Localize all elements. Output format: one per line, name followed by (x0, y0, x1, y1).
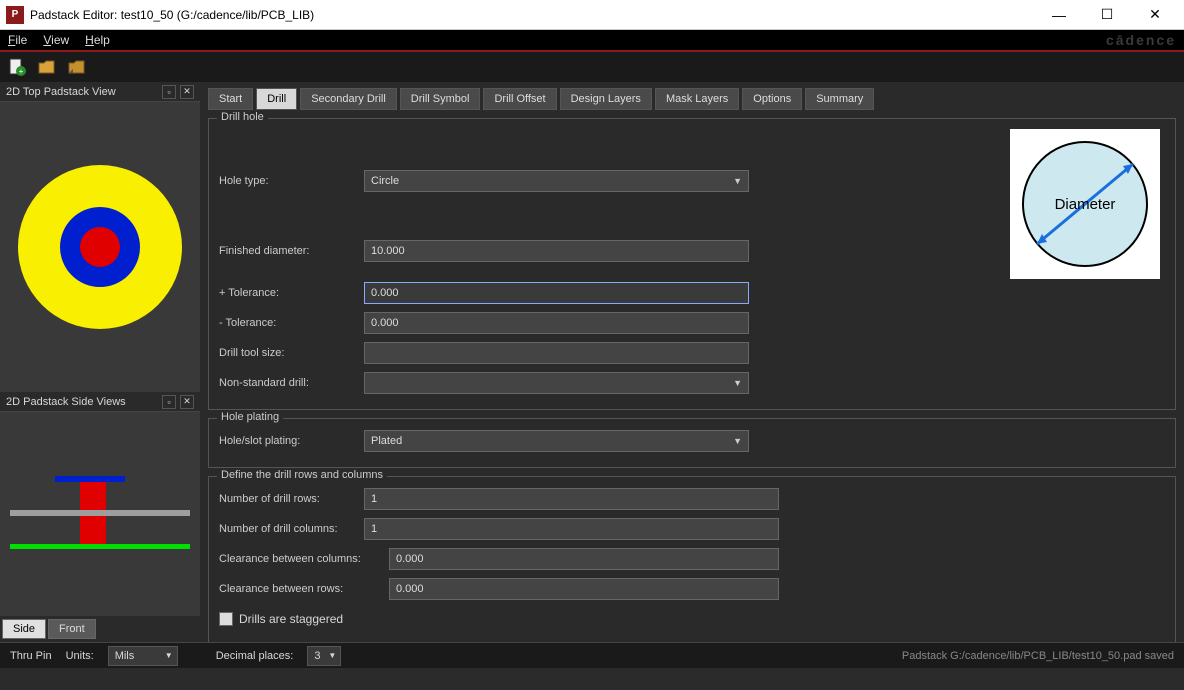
status-message: Padstack G:/cadence/lib/PCB_LIB/test10_5… (902, 650, 1174, 662)
brand-label: cādence (1106, 32, 1176, 48)
side-view-canvas (0, 412, 200, 616)
hole-preview: Diameter (1010, 129, 1160, 279)
num-rows-input[interactable]: 1 (364, 488, 779, 510)
label-hole-plating: Hole/slot plating: (219, 435, 364, 447)
main-tabs: Start Drill Secondary Drill Drill Symbol… (208, 88, 1176, 110)
non-std-drill-select[interactable] (364, 372, 749, 394)
minimize-button[interactable]: — (1044, 5, 1074, 25)
pos-tolerance-input[interactable]: 0.000 (364, 282, 749, 304)
undock-icon[interactable]: ▫ (162, 395, 176, 409)
side-view-title: 2D Padstack Side Views (6, 396, 126, 408)
tab-design-layers[interactable]: Design Layers (560, 88, 652, 110)
tab-drill-symbol[interactable]: Drill Symbol (400, 88, 481, 110)
clear-rows-input[interactable]: 0.000 (389, 578, 779, 600)
tab-drill[interactable]: Drill (256, 88, 297, 110)
app-icon: P (6, 6, 24, 24)
staggered-checkbox[interactable] (219, 612, 233, 626)
window-title: Padstack Editor: test10_50 (G:/cadence/l… (30, 8, 1044, 22)
group-title-rows-cols: Define the drill rows and columns (217, 469, 387, 481)
group-title-drill-hole: Drill hole (217, 111, 268, 123)
label-units: Units: (66, 650, 94, 662)
decimals-select[interactable]: 3 (307, 646, 341, 666)
tab-summary[interactable]: Summary (805, 88, 874, 110)
menu-bar: File View Help cādence (0, 30, 1184, 52)
menu-help[interactable]: Help (85, 33, 110, 47)
close-panel-icon[interactable]: ✕ (180, 85, 194, 99)
label-clear-rows: Clearance between rows: (219, 583, 389, 595)
menu-file[interactable]: File (8, 33, 27, 47)
drill-tool-input[interactable] (364, 342, 749, 364)
label-num-cols: Number of drill columns: (219, 523, 364, 535)
label-neg-tolerance: - Tolerance: (219, 317, 364, 329)
label-hole-type: Hole type: (219, 175, 364, 187)
svg-text:+: + (19, 67, 24, 76)
preview-label: Diameter (1055, 196, 1116, 213)
group-drill-hole: Drill hole Diameter Hole type: Circle Fi… (208, 118, 1176, 410)
group-rows-columns: Define the drill rows and columns Number… (208, 476, 1176, 642)
label-non-std-drill: Non-standard drill: (219, 377, 364, 389)
side-tab-side[interactable]: Side (2, 619, 46, 639)
group-hole-plating: Hole plating Hole/slot plating: Plated (208, 418, 1176, 468)
close-panel-icon[interactable]: ✕ (180, 395, 194, 409)
label-decimals: Decimal places: (216, 650, 294, 662)
tab-start[interactable]: Start (208, 88, 253, 110)
top-view-canvas (0, 102, 200, 392)
num-cols-input[interactable]: 1 (364, 518, 779, 540)
new-file-icon[interactable]: + (6, 56, 28, 78)
open-recent-icon[interactable] (66, 56, 88, 78)
tab-secondary-drill[interactable]: Secondary Drill (300, 88, 397, 110)
tab-mask-layers[interactable]: Mask Layers (655, 88, 739, 110)
units-select[interactable]: Mils (108, 646, 178, 666)
hole-plating-select[interactable]: Plated (364, 430, 749, 452)
top-view-header: 2D Top Padstack View ▫ ✕ (0, 82, 200, 102)
side-tab-front[interactable]: Front (48, 619, 96, 639)
status-thru-pin: Thru Pin (10, 650, 52, 662)
toolbar: + (0, 52, 1184, 82)
status-bar: Thru Pin Units: Mils Decimal places: 3 P… (0, 642, 1184, 668)
window-titlebar: P Padstack Editor: test10_50 (G:/cadence… (0, 0, 1184, 30)
open-folder-icon[interactable] (36, 56, 58, 78)
label-clear-cols: Clearance between columns: (219, 553, 389, 565)
label-finished-diameter: Finished diameter: (219, 245, 364, 257)
finished-diameter-input[interactable]: 10.000 (364, 240, 749, 262)
undock-icon[interactable]: ▫ (162, 85, 176, 99)
clear-cols-input[interactable]: 0.000 (389, 548, 779, 570)
group-title-hole-plating: Hole plating (217, 411, 283, 423)
close-button[interactable]: ✕ (1140, 5, 1170, 25)
side-view-header: 2D Padstack Side Views ▫ ✕ (0, 392, 200, 412)
label-drill-tool: Drill tool size: (219, 347, 364, 359)
menu-view[interactable]: View (43, 33, 69, 47)
label-staggered: Drills are staggered (239, 612, 343, 626)
top-view-title: 2D Top Padstack View (6, 86, 116, 98)
neg-tolerance-input[interactable]: 0.000 (364, 312, 749, 334)
maximize-button[interactable]: ☐ (1092, 5, 1122, 25)
tab-options[interactable]: Options (742, 88, 802, 110)
hole-type-select[interactable]: Circle (364, 170, 749, 192)
label-num-rows: Number of drill rows: (219, 493, 364, 505)
tab-drill-offset[interactable]: Drill Offset (483, 88, 556, 110)
label-pos-tolerance: + Tolerance: (219, 287, 364, 299)
